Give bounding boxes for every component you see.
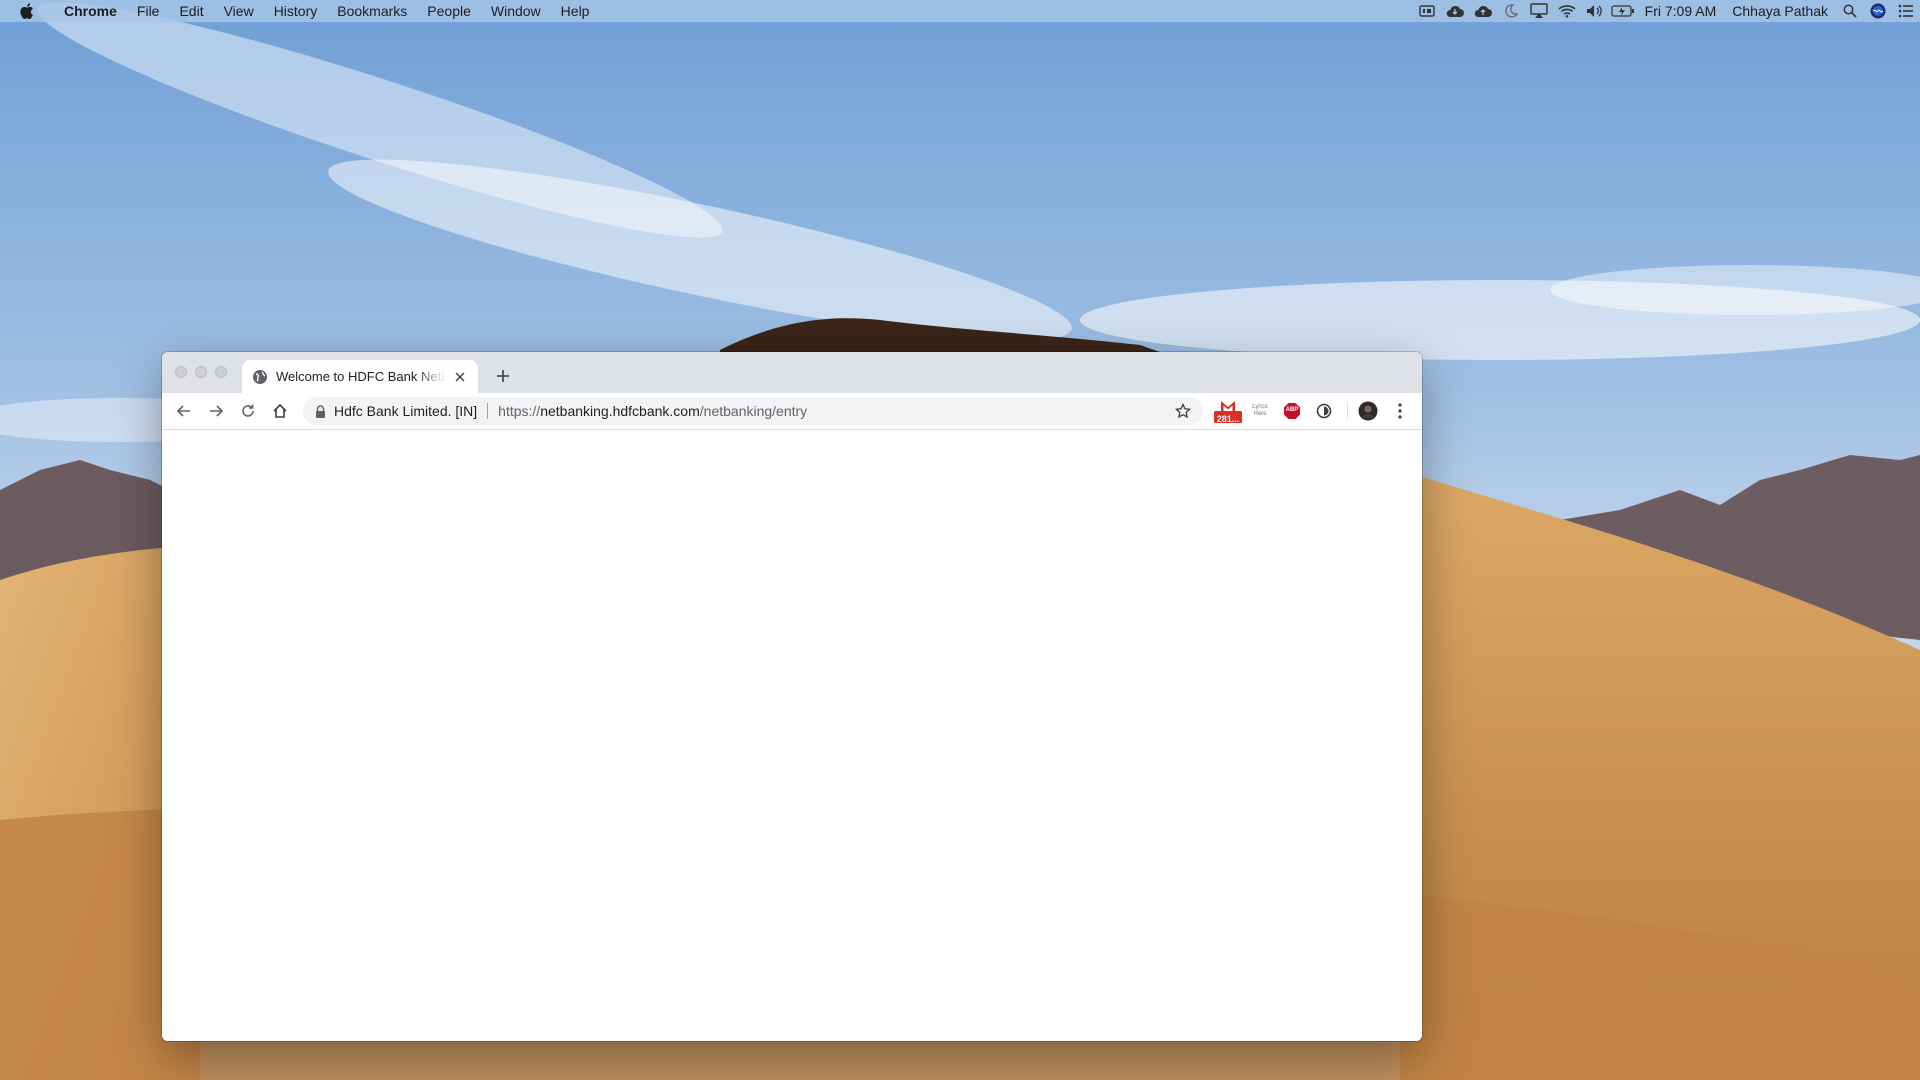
address-bar[interactable]: Hdfc Bank Limited. [IN] https://netbanki… (303, 397, 1203, 425)
adblock-plus-extension-icon[interactable]: ABP (1278, 397, 1306, 425)
forward-button[interactable] (200, 395, 232, 427)
window-minimize-button[interactable] (195, 366, 207, 378)
here-label: Here (1253, 411, 1267, 417)
menu-people[interactable]: People (417, 0, 481, 22)
window-zoom-button[interactable] (215, 366, 227, 378)
new-tab-button[interactable] (491, 364, 515, 388)
url-host: netbanking.hdfcbank.com (540, 403, 700, 419)
reload-button[interactable] (232, 395, 264, 427)
menu-help[interactable]: Help (551, 0, 600, 22)
lyrics-here-extension-icon[interactable]: Lyrics Here (1246, 397, 1274, 425)
window-close-button[interactable] (175, 366, 187, 378)
abp-label: ABP (1285, 407, 1299, 413)
menu-view[interactable]: View (214, 0, 264, 22)
menu-history[interactable]: History (264, 0, 328, 22)
menu-edit[interactable]: Edit (169, 0, 213, 22)
globe-icon (252, 369, 268, 385)
tab-close-icon[interactable] (450, 367, 470, 387)
menubar-clock[interactable]: Fri 7:09 AM (1637, 3, 1725, 19)
menubar-status-area: Fri 7:09 AM Chhaya Pathak (1413, 0, 1920, 22)
url-path: /netbanking/entry (699, 403, 808, 419)
back-button[interactable] (168, 395, 200, 427)
chrome-menu-icon[interactable] (1386, 397, 1414, 425)
siri-icon[interactable] (1864, 0, 1892, 22)
cloud-upload-icon[interactable] (1469, 0, 1497, 22)
menu-window[interactable]: Window (481, 0, 551, 22)
menubar-user-name[interactable]: Chhaya Pathak (1724, 3, 1836, 19)
media-icon[interactable] (1413, 0, 1441, 22)
apple-logo-icon[interactable] (20, 0, 40, 22)
gmail-unread-badge: 281... (1216, 414, 1240, 424)
wifi-icon[interactable] (1553, 0, 1581, 22)
url-scheme: https:// (498, 403, 541, 419)
url-text[interactable]: https://netbanking.hdfcbank.com/netbanki… (498, 403, 807, 419)
menu-file[interactable]: File (127, 0, 170, 22)
macos-menu-bar: Chrome File Edit View History Bookmarks … (0, 0, 1920, 22)
lock-icon[interactable] (315, 404, 326, 418)
moon-icon[interactable] (1497, 0, 1525, 22)
bookmark-star-icon[interactable] (1173, 401, 1193, 421)
volume-icon[interactable] (1581, 0, 1609, 22)
gmail-extension-icon[interactable]: 281... (1214, 397, 1242, 425)
site-identity-label[interactable]: Hdfc Bank Limited. [IN] (334, 403, 477, 419)
battery-icon[interactable] (1609, 0, 1637, 22)
chrome-window: Welcome to HDFC Bank NetBanking Hdfc Ban… (162, 352, 1422, 1041)
spotlight-search-icon[interactable] (1836, 0, 1864, 22)
extension-circle-icon[interactable] (1310, 397, 1338, 425)
home-button[interactable] (264, 395, 296, 427)
page-content-area[interactable] (162, 430, 1422, 1041)
airplay-icon[interactable] (1525, 0, 1553, 22)
cloud-icon[interactable] (1441, 0, 1469, 22)
lyrics-label: Lyrics (1252, 404, 1268, 410)
tab-title: Welcome to HDFC Bank NetBanking (276, 369, 446, 384)
tab-hdfc-netbanking[interactable]: Welcome to HDFC Bank NetBanking (242, 360, 478, 393)
profile-avatar-icon[interactable] (1354, 397, 1382, 425)
notification-center-icon[interactable] (1892, 0, 1920, 22)
tab-strip: Welcome to HDFC Bank NetBanking (162, 352, 1422, 393)
omnibox-divider (487, 403, 489, 419)
browser-toolbar: Hdfc Bank Limited. [IN] https://netbanki… (162, 393, 1422, 430)
toolbar-separator (1347, 403, 1348, 419)
menu-app-chrome[interactable]: Chrome (54, 0, 127, 22)
menu-bookmarks[interactable]: Bookmarks (327, 0, 417, 22)
